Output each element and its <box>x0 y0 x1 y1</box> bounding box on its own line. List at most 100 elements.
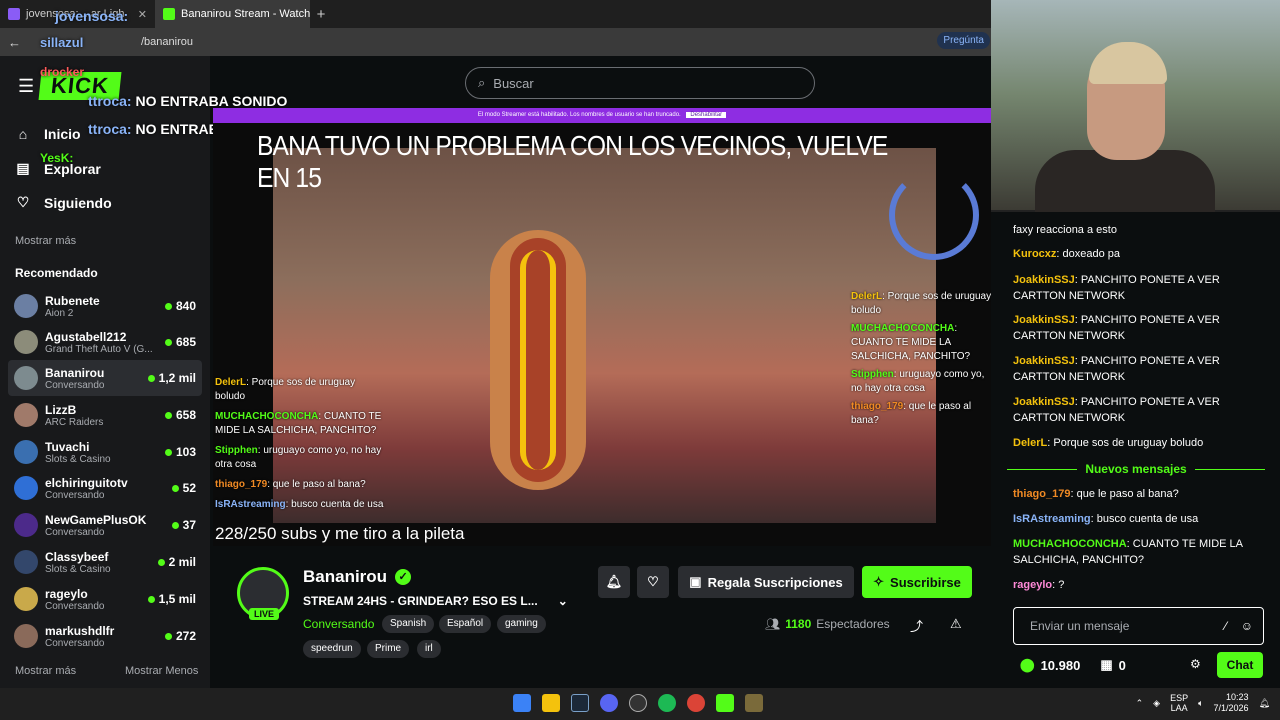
clock[interactable]: 10:23 7/1/2026 <box>1214 692 1249 714</box>
tag[interactable]: Prime <box>367 640 410 658</box>
obs-icon[interactable] <box>629 694 647 712</box>
gift-subs-button[interactable]: ▣ Regala Suscripciones <box>678 566 854 598</box>
emoji-icon[interactable]: ☺ <box>1241 619 1253 633</box>
disable-button[interactable]: Deshabilitar <box>686 112 727 118</box>
recommended-item[interactable]: rageylo Conversando 1,5 mil <box>8 581 202 617</box>
tag[interactable]: gaming <box>497 615 546 633</box>
chrome-icon[interactable] <box>687 694 705 712</box>
recommended-item[interactable]: markushdlfr Conversando 272 <box>8 618 202 654</box>
spotify-icon[interactable] <box>658 694 676 712</box>
windows-start-icon[interactable] <box>513 694 531 712</box>
avatar <box>14 440 38 464</box>
recommended-item[interactable]: Tuvachi Slots & Casino 103 <box>8 434 202 470</box>
new-tab-button[interactable]: + <box>310 6 332 23</box>
channel-category: Conversando <box>45 379 105 391</box>
chat-user: DelerL <box>215 377 247 388</box>
chat-user[interactable]: Kurocxz <box>1013 248 1056 260</box>
stream-title: STREAM 24HS - GRINDEAR? ESO ES L... ⌄ <box>303 594 568 608</box>
chat-user: MUCHACHOCONCHA <box>851 323 955 334</box>
chat-user[interactable]: MUCHACHOCONCHA <box>1013 538 1127 550</box>
live-dot-icon <box>147 374 155 382</box>
chat-user[interactable]: thiago_179 <box>1013 488 1070 500</box>
chat-send-button[interactable]: Chat <box>1217 652 1263 678</box>
tag[interactable]: Spanish <box>382 615 435 633</box>
kick-app-icon[interactable] <box>716 694 734 712</box>
chat-user: thiago_179 <box>851 401 904 412</box>
category-link[interactable]: Conversando <box>303 617 374 631</box>
viewer-count: 37 <box>182 518 196 532</box>
chat-message: JoakkinSSJ: PANCHITO PONETE A VER CARTTO… <box>1013 353 1263 385</box>
chat-user[interactable]: DelerL <box>1013 437 1047 449</box>
channel-name: Tuvachi <box>45 439 90 454</box>
show-less-link[interactable]: Mostrar Menos <box>125 665 198 677</box>
recommended-item[interactable]: Agustabell212 Grand Theft Auto V (G... 68… <box>8 324 202 360</box>
heart-icon: ♡ <box>16 194 30 210</box>
nav-inicio[interactable]: ⌂ Inicio <box>16 126 81 142</box>
notification-icon[interactable]: 🔔︎ <box>1259 698 1270 709</box>
live-badge: LIVE <box>249 608 280 620</box>
url-field[interactable]: /bananirou <box>141 36 193 48</box>
nav-siguiendo[interactable]: ♡ Siguiendo <box>16 194 112 211</box>
recommended-item[interactable]: Bananirou Conversando 1,2 mil <box>8 360 202 396</box>
discord-icon[interactable] <box>600 694 618 712</box>
home-icon: ⌂ <box>18 126 28 142</box>
subscribe-button[interactable]: ✧ Suscribirse <box>862 566 972 598</box>
channel-name[interactable]: Bananirou ✓ <box>303 567 412 587</box>
file-explorer-icon[interactable] <box>542 694 560 712</box>
live-dot-icon <box>164 448 172 456</box>
recommended-item[interactable]: LizzB ARC Raiders 658 <box>8 397 202 433</box>
chat-user[interactable]: JoakkinSSJ <box>1013 314 1075 326</box>
chat-user[interactable]: IsRAstreaming <box>1013 513 1091 525</box>
viewer-count: 👥︎ 1180 Espectadores <box>765 617 890 631</box>
volume-icon[interactable]: 🔈︎ <box>1198 698 1203 709</box>
show-more-bottom-link[interactable]: Mostrar más <box>15 665 76 677</box>
ask-button[interactable]: Pregúnta <box>937 32 990 49</box>
viewer-count: 658 <box>175 408 196 422</box>
chat-user[interactable]: JoakkinSSJ <box>1013 355 1075 367</box>
channel-name: LizzB <box>45 402 77 417</box>
search-icon: ⌕ <box>478 75 486 90</box>
tag[interactable]: speedrun <box>303 640 361 658</box>
show-more-link[interactable]: Mostrar más <box>15 235 76 247</box>
chat-message: IsRAstreaming: busco cuenta de usa <box>1013 511 1263 527</box>
tag[interactable]: irl <box>417 640 441 658</box>
channel-name: Bananirou <box>45 365 105 380</box>
tab-label: Bananirou Stream - Watch L <box>181 8 310 20</box>
recommended-item[interactable]: elchiringuitotv Conversando 52 <box>8 470 202 506</box>
hotdog-image <box>490 230 586 490</box>
close-icon[interactable]: ✕ <box>138 8 147 21</box>
recommended-item[interactable]: Rubenete Aion 2 840 <box>8 288 202 324</box>
webcam-person-beanie <box>1089 42 1167 84</box>
language-indicator[interactable]: ESP LAA <box>1170 693 1188 713</box>
new-messages-divider[interactable]: Nuevos mensajes <box>1007 462 1266 476</box>
back-icon[interactable]: ← <box>8 35 21 50</box>
lang-text-2: LAA <box>1170 703 1188 713</box>
gear-icon[interactable]: ⚙ <box>1190 657 1201 671</box>
menu-icon[interactable]: ☰ <box>18 76 36 97</box>
steam-icon[interactable] <box>571 694 589 712</box>
webcam-overlay <box>991 0 1280 212</box>
channel-category: Aion 2 <box>45 307 74 319</box>
notification-bell-button[interactable]: 🔔︎ <box>598 566 630 598</box>
search-input[interactable]: ⌕ Buscar <box>465 67 815 99</box>
recommended-item[interactable]: NewGamePlusOK Conversando 37 <box>8 507 202 543</box>
chat-user[interactable]: JoakkinSSJ <box>1013 396 1075 408</box>
browser-tab-2[interactable]: Bananirou Stream - Watch L ✕ <box>155 0 310 28</box>
tag[interactable]: Español <box>439 615 492 633</box>
report-icon[interactable]: ⚠ <box>950 616 962 632</box>
channel-category: Conversando <box>45 637 105 649</box>
chat-user[interactable]: rageylo <box>1013 579 1052 591</box>
chat-input[interactable]: Enviar un mensaje ⁄ ☺ <box>1013 607 1264 645</box>
chat-text: : que le paso al bana? <box>1070 488 1179 500</box>
channel-points[interactable]: ⬤ 10.980 ▦ 0 <box>1020 657 1126 673</box>
chat-user[interactable]: JoakkinSSJ <box>1013 274 1075 286</box>
network-icon[interactable]: ◈ <box>1153 698 1160 709</box>
share-icon[interactable]: ⤴ <box>910 616 923 635</box>
follow-button[interactable]: ♡ <box>637 566 669 598</box>
video-player[interactable]: El modo Streamer está habilitado. Los no… <box>213 108 991 546</box>
app-icon[interactable] <box>745 694 763 712</box>
recommended-item[interactable]: Classybeef Slots & Casino 2 mil <box>8 544 202 580</box>
command-icon[interactable]: ⁄ <box>1225 619 1227 633</box>
chevron-down-icon[interactable]: ⌄ <box>558 594 568 608</box>
chevron-up-icon[interactable]: ⌃ <box>1136 698 1144 709</box>
